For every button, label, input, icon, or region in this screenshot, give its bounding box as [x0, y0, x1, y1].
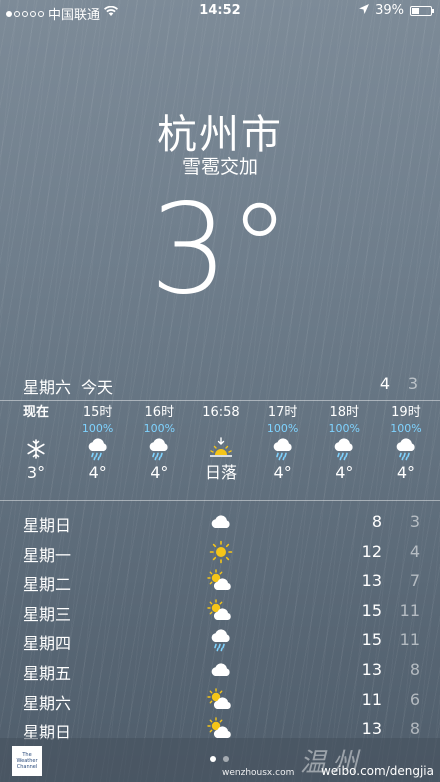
day-low: 11: [399, 600, 420, 620]
weather-condition: 雪雹交加: [181, 156, 258, 178]
hourly-item: 18时 100% 4°: [314, 404, 374, 498]
precip-chance: 100%: [143, 422, 176, 435]
today-low: 3: [407, 374, 418, 393]
rain-cloud-icon: [68, 436, 128, 462]
daily-forecast: 星期日 8 3 星期一 12 4 星期二 13 7 星期三 15 11 星期四 15 11 星期五 13 8 星期六…: [0, 508, 440, 745]
status-bar: 中国联通 14:52 39%: [0, 0, 440, 23]
cloud-icon: [207, 510, 235, 534]
hour-temp: 3°: [26, 463, 46, 482]
battery-icon: [410, 5, 434, 16]
day-high: 15: [361, 600, 382, 620]
bottom-toolbar: The Weather Channel 温州 wenzhousx.com wei…: [0, 738, 440, 782]
daily-row: 星期五 13 8: [0, 656, 440, 686]
hourly-item: 15时 100% 4°: [68, 404, 128, 498]
day-low: 7: [409, 571, 420, 591]
current-temperature: 3°: [149, 178, 291, 322]
hourly-item: 现在 3°: [6, 404, 66, 498]
sun-icon: [207, 540, 235, 564]
rain-cloud-icon: [253, 436, 313, 462]
precip-chance: 100%: [390, 422, 422, 435]
hour-label: 15时: [82, 405, 113, 420]
today-high: 4: [379, 374, 390, 393]
battery-percent: 39%: [375, 3, 404, 18]
hour-temp: 4°: [150, 463, 169, 482]
divider: [0, 500, 440, 501]
page-dot[interactable]: [223, 756, 229, 762]
precip-chance: [191, 422, 251, 436]
partly-cloudy-icon: [207, 569, 235, 593]
hourly-item: 17时 100% 4°: [253, 404, 313, 498]
day-high: 13: [361, 571, 382, 591]
day-name: 星期六: [23, 693, 72, 713]
day-high: 13: [361, 659, 382, 679]
daily-row: 星期三 15 11: [0, 597, 440, 627]
precip-chance: 100%: [328, 422, 360, 435]
page-dot[interactable]: [210, 756, 216, 762]
weather-channel-logo[interactable]: The Weather Channel: [12, 746, 42, 776]
daily-row: 星期一 12 4: [0, 538, 440, 568]
day-low: 11: [399, 630, 420, 650]
day-low: 8: [409, 719, 420, 739]
hour-label: 18时: [329, 405, 360, 420]
hourly-forecast[interactable]: 现在 3° 15时 100% 4° 16时 100% 4° 16:58 日落 17时 100% 4° 18…: [6, 404, 436, 498]
partly-cloudy-icon: [207, 687, 235, 712]
day-name: 星期二: [23, 575, 72, 595]
today-label: 今天: [81, 378, 114, 397]
day-name: 星期四: [23, 634, 72, 654]
day-low: 8: [409, 659, 420, 679]
cloud-icon: [207, 658, 235, 682]
hour-label: 19时: [391, 405, 421, 420]
hour-label: 16:58: [202, 405, 240, 420]
hour-label: 现在: [22, 405, 49, 420]
day-high: 12: [361, 541, 382, 561]
day-high: 11: [361, 689, 382, 709]
watermark-weibo: weibo.com/dengjia: [320, 764, 434, 778]
rain-cloud-icon: [376, 436, 436, 462]
day-high: 8: [371, 512, 382, 531]
day-name: 星期五: [23, 663, 72, 683]
rain-cloud-icon: [129, 436, 189, 462]
day-low: 3: [409, 512, 420, 531]
hour-label: 16时: [144, 405, 175, 420]
hourly-item: 19时 100% 4°: [376, 404, 436, 498]
hour-temp: 4°: [273, 463, 292, 482]
daily-row: 星期六 11 6: [0, 686, 440, 716]
hour-temp: 4°: [396, 463, 416, 482]
day-name: 星期日: [23, 516, 72, 535]
location-arrow-icon: [359, 3, 370, 18]
snowflake-icon: [6, 436, 66, 462]
watermark-site: wenzhousx.com: [222, 768, 295, 778]
daily-row: 星期二 13 7: [0, 567, 440, 597]
precip-chance: 100%: [81, 422, 114, 435]
day-high: 13: [361, 719, 382, 739]
today-summary: 星期六 今天 4 3: [0, 372, 440, 398]
hour-temp: 日落: [204, 463, 237, 482]
divider: [0, 400, 440, 401]
day-high: 15: [361, 630, 382, 650]
rain-cloud-icon: [207, 628, 235, 652]
daily-row: 星期四 15 11: [0, 626, 440, 656]
precip-chance: [6, 422, 66, 436]
today-weekday: 星期六: [23, 378, 72, 397]
hour-temp: 4°: [335, 463, 354, 482]
day-name: 星期三: [23, 604, 72, 624]
hourly-item: 16:58 日落: [191, 404, 251, 498]
day-low: 6: [409, 689, 420, 709]
page-indicator[interactable]: [210, 756, 229, 762]
rain-cloud-icon: [314, 436, 374, 462]
day-name: 星期一: [23, 545, 72, 565]
hour-label: 17时: [267, 405, 298, 420]
sunset-icon: [191, 436, 251, 462]
hourly-item: 16时 100% 4°: [129, 404, 189, 498]
precip-chance: 100%: [266, 422, 299, 435]
partly-cloudy-icon: [207, 599, 235, 623]
hour-temp: 4°: [88, 463, 107, 482]
day-low: 4: [409, 541, 420, 561]
daily-row: 星期日 8 3: [0, 508, 440, 538]
